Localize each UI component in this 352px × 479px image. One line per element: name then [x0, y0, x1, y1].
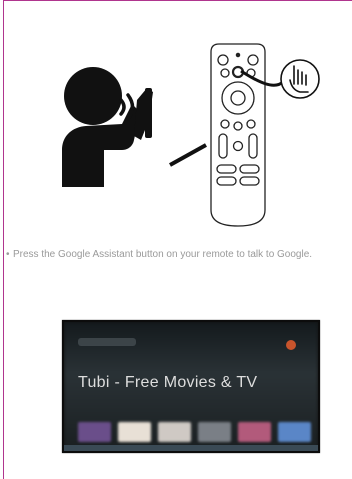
tv-app-tile: [238, 422, 271, 442]
tv-topbar: [78, 338, 136, 346]
remote-control-icon: [210, 43, 266, 227]
tv-app-tile: [118, 422, 151, 442]
tv-app-tile: [78, 422, 111, 442]
tv-app-tile: [198, 422, 231, 442]
illustration: [62, 43, 320, 227]
phone-icon: [145, 88, 152, 138]
tv-bottom-bar: [64, 445, 318, 451]
tv-screen: Tubi - Free Movies & TV: [62, 320, 320, 453]
tv-app-tile: [158, 422, 191, 442]
bullet: •: [6, 249, 10, 260]
person-speaking-icon: [62, 67, 153, 187]
instruction-caption: • Press the Google Assistant button on yo…: [6, 249, 352, 261]
tv-app-tiles: [78, 422, 311, 442]
tv-app-tile: [278, 422, 311, 442]
tv-hero-title: Tubi - Free Movies & TV: [78, 374, 258, 391]
pointer-line: [169, 143, 207, 167]
tv-profile-dot: [286, 340, 296, 350]
hand-pointer-icon: [280, 59, 320, 99]
instruction-text: Press the Google Assistant button on you…: [13, 249, 313, 260]
